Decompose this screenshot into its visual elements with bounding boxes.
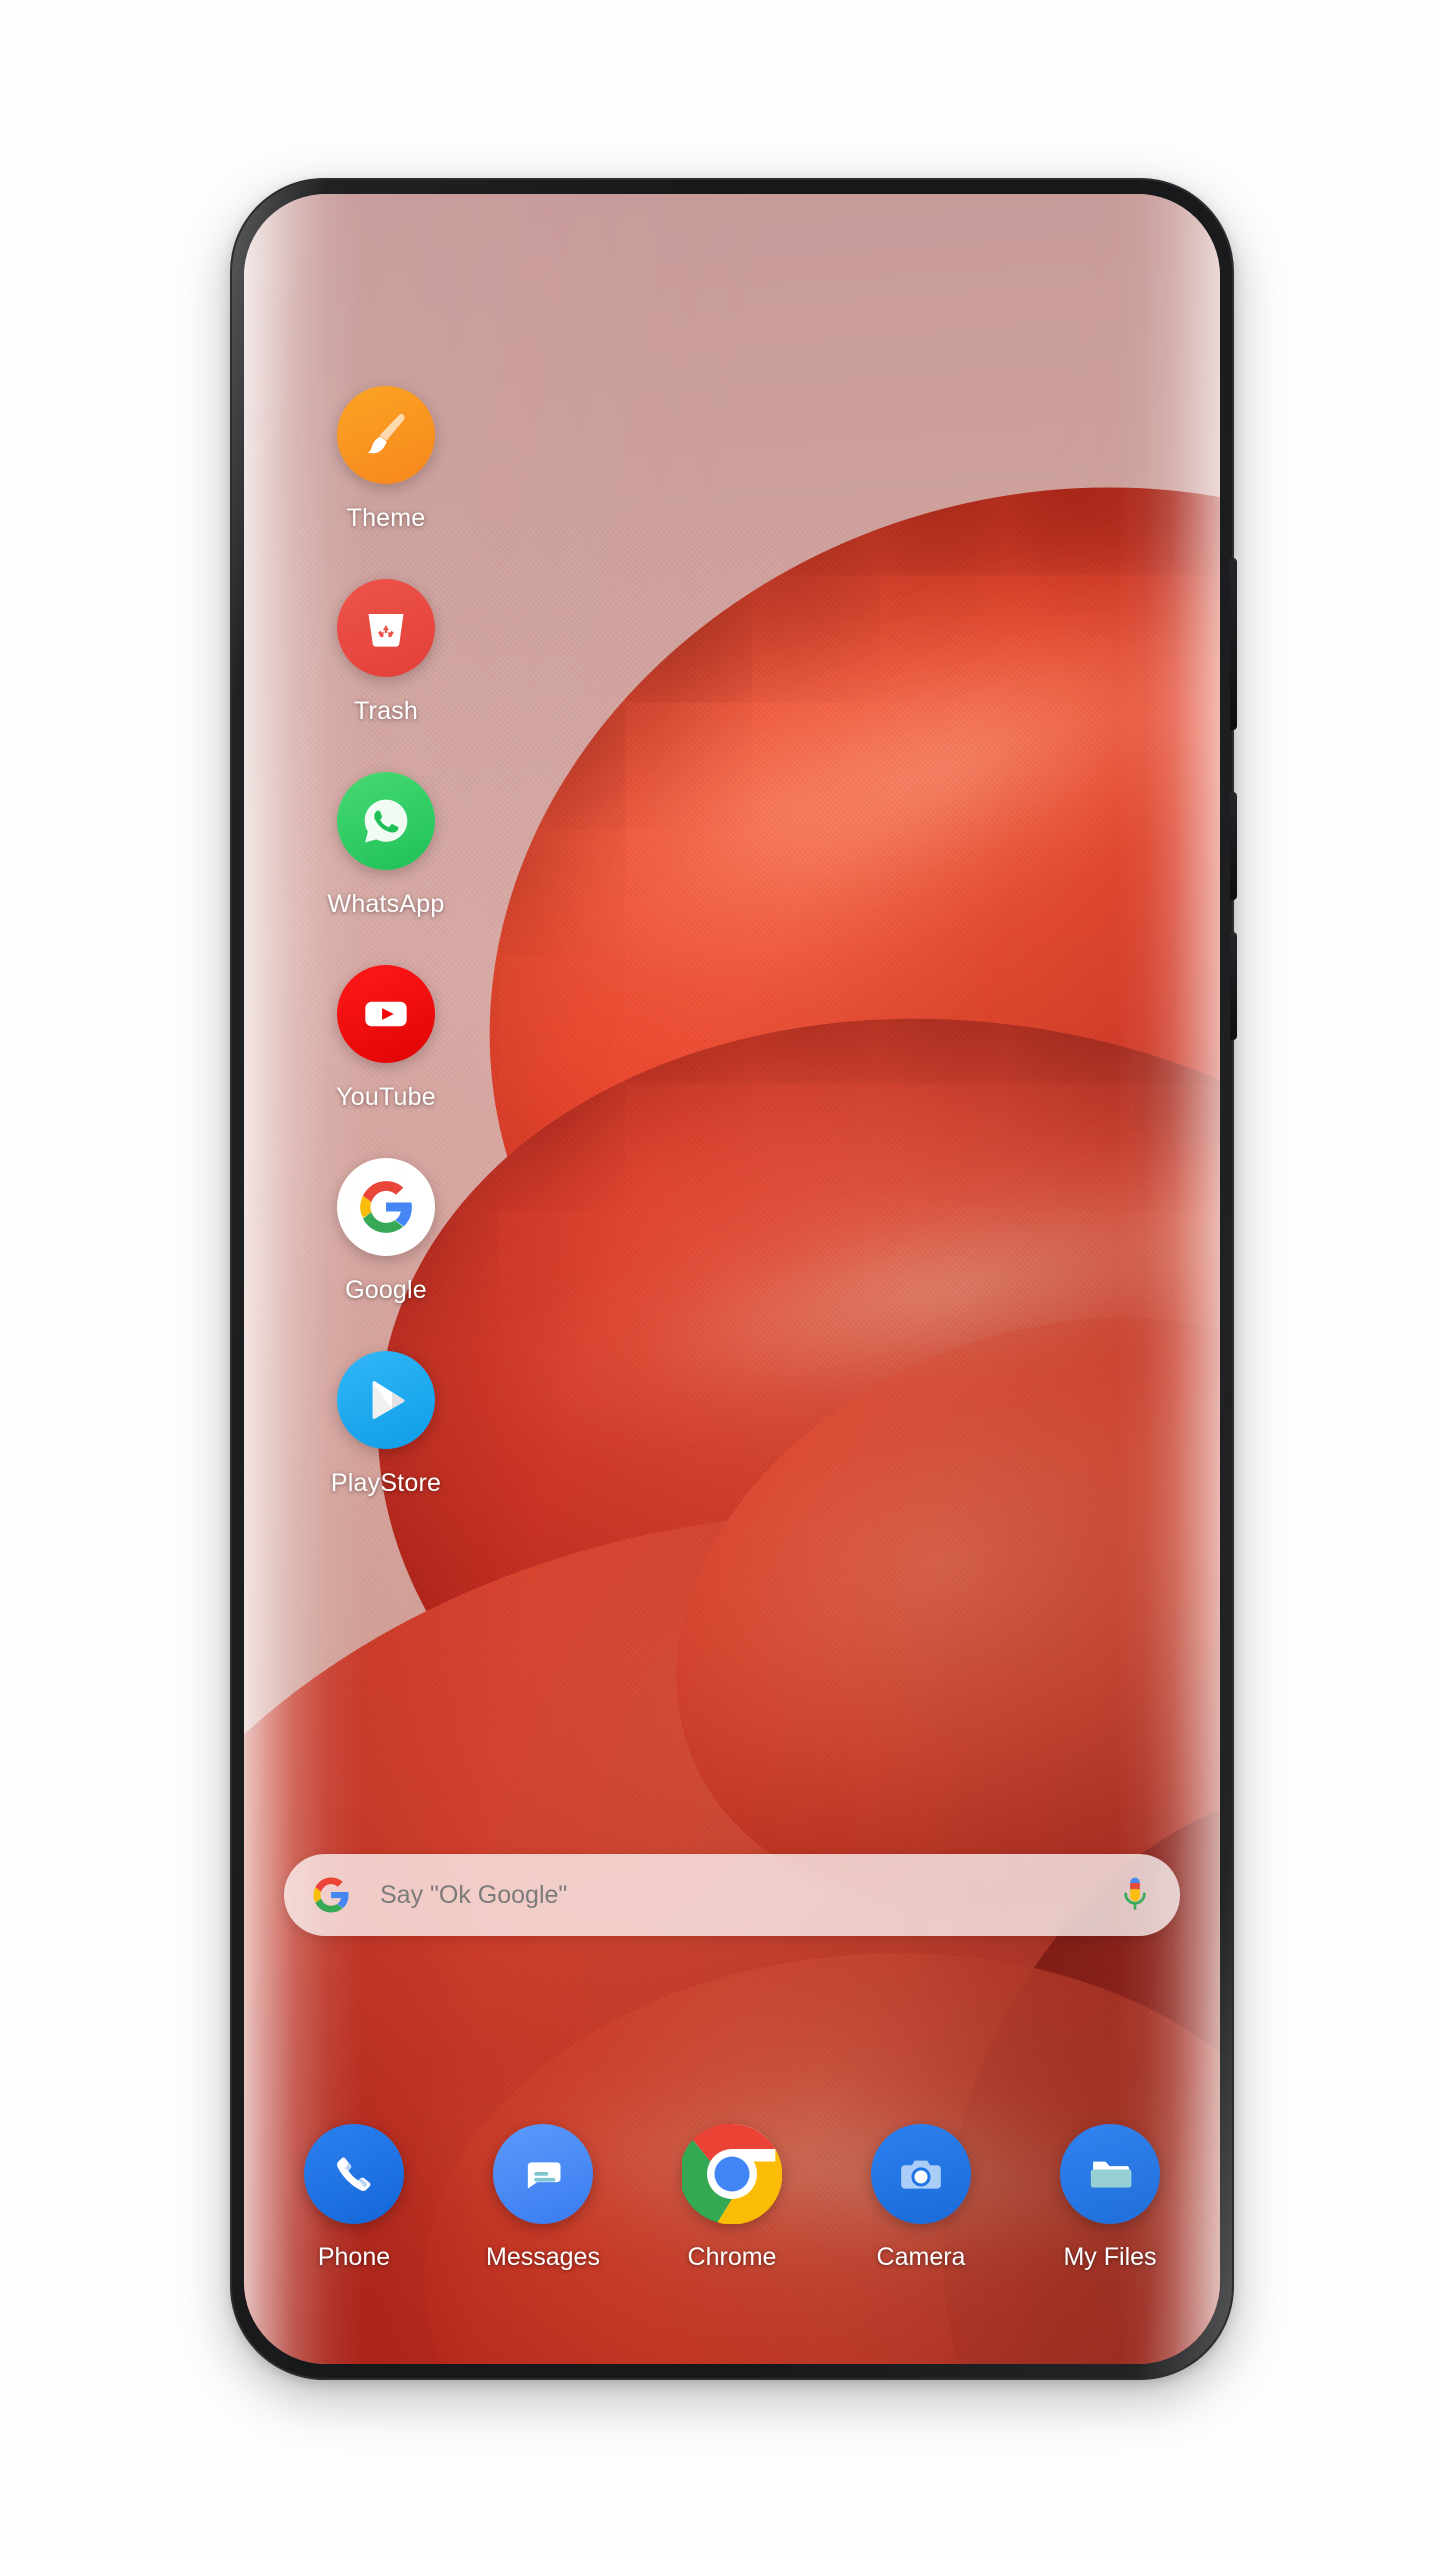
volume-down-button[interactable] [1230, 932, 1237, 1040]
phone-screen: Theme Trash WhatsApp YouTube Google Play… [244, 194, 1220, 2364]
app-label: Google [345, 1276, 427, 1304]
app-label: YouTube [336, 1083, 436, 1111]
dock-item-messages[interactable]: Messages [459, 2124, 627, 2272]
page-canvas: Theme Trash WhatsApp YouTube Google Play… [0, 0, 1440, 2560]
recycle-bin-icon[interactable] [337, 579, 435, 677]
volume-up-button[interactable] [1230, 792, 1237, 900]
app-icon-column: Theme Trash WhatsApp YouTube Google Play… [288, 386, 484, 1544]
search-placeholder-text[interactable]: Say "Ok Google" [380, 1881, 1118, 1910]
google-search-bar[interactable]: Say "Ok Google" [284, 1854, 1180, 1936]
microphone-icon[interactable] [1118, 1875, 1152, 1915]
app-item-playstore[interactable]: PlayStore [288, 1351, 484, 1544]
play-store-icon[interactable] [337, 1351, 435, 1449]
app-label: PlayStore [330, 1469, 442, 1497]
whatsapp-icon[interactable] [337, 772, 435, 870]
youtube-icon[interactable] [337, 965, 435, 1063]
dock-item-phone[interactable]: Phone [270, 2124, 438, 2272]
app-item-google[interactable]: Google [288, 1158, 484, 1351]
dock-item-camera[interactable]: Camera [837, 2124, 1005, 2272]
dock-label: My Files [1063, 2243, 1157, 2271]
google-g-icon[interactable] [337, 1158, 435, 1256]
dock-label: Camera [876, 2243, 966, 2271]
app-item-whatsapp[interactable]: WhatsApp [288, 772, 484, 965]
dock-label: Phone [317, 2243, 391, 2271]
app-item-theme[interactable]: Theme [288, 386, 484, 579]
home-screen-ui: Theme Trash WhatsApp YouTube Google Play… [244, 194, 1220, 2364]
app-item-youtube[interactable]: YouTube [288, 965, 484, 1158]
google-g-icon [310, 1874, 352, 1916]
app-dock: Phone Messages Chrome Camera My Files [270, 2124, 1194, 2272]
power-button[interactable] [1230, 558, 1237, 730]
dock-label: Chrome [687, 2243, 777, 2271]
dock-label: Messages [486, 2243, 600, 2271]
messages-bubble-icon[interactable] [493, 2124, 593, 2224]
app-label: Theme [346, 504, 426, 532]
phone-device-frame: Theme Trash WhatsApp YouTube Google Play… [232, 180, 1237, 2378]
app-item-trash[interactable]: Trash [288, 579, 484, 772]
dock-item-chrome[interactable]: Chrome [648, 2124, 816, 2272]
app-label: Trash [354, 697, 418, 725]
app-label: WhatsApp [327, 890, 445, 918]
folder-icon[interactable] [1060, 2124, 1160, 2224]
paintbrush-icon[interactable] [337, 386, 435, 484]
chrome-icon[interactable] [682, 2124, 782, 2224]
phone-handset-icon[interactable] [304, 2124, 404, 2224]
dock-item-my-files[interactable]: My Files [1026, 2124, 1194, 2272]
camera-icon[interactable] [871, 2124, 971, 2224]
